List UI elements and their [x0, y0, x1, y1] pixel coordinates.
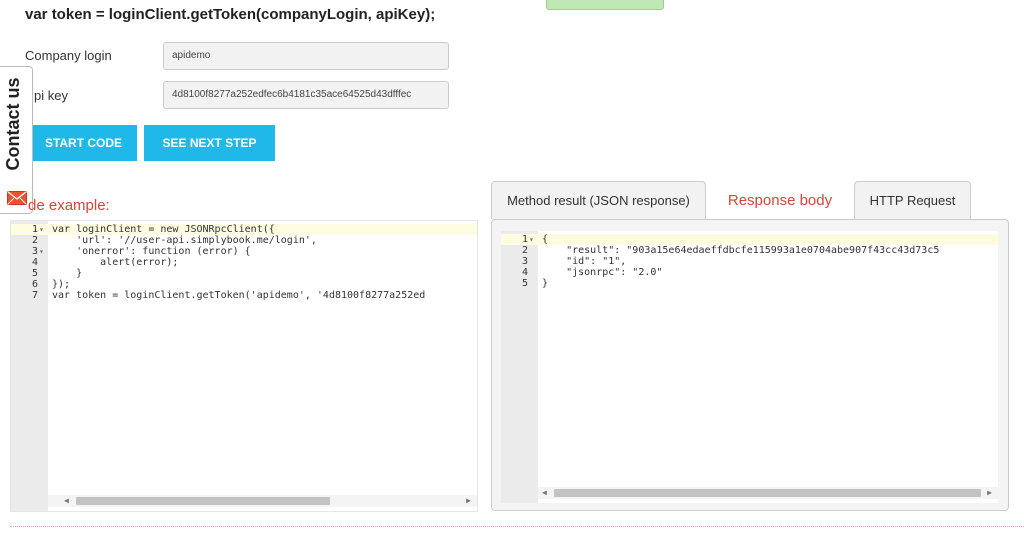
- code-text: 'url': '//user-api.simplybook.me/login',: [52, 235, 317, 246]
- code-text: "jsonrpc": "2.0": [542, 267, 663, 278]
- code-editor[interactable]: 1 ▾ var loginClient = new JSONRpcClient({2…: [10, 220, 478, 512]
- code-text: alert(error);: [52, 257, 179, 268]
- line-number: 4: [521, 267, 528, 278]
- code-text: var loginClient = new JSONRpcClient({: [52, 224, 275, 235]
- line-number: 5: [521, 278, 528, 289]
- line-number: 4: [31, 257, 38, 268]
- code-text: var token = loginClient.getToken('apidem…: [52, 290, 426, 301]
- code-line[interactable]: 4 "jsonrpc": "2.0": [501, 267, 998, 278]
- code-line[interactable]: 5}: [501, 278, 998, 289]
- code-line[interactable]: 2 "result": "903a15e64edaeffdbcfe115993a…: [501, 245, 998, 256]
- api-key-label: pi key: [34, 88, 68, 103]
- fold-toggle-icon[interactable]: ▾: [39, 246, 44, 257]
- scroll-right-arrow[interactable]: ▶: [466, 496, 471, 505]
- contact-us-tab[interactable]: Contact us: [0, 66, 33, 214]
- line-number: 3: [31, 246, 38, 257]
- scroll-left-arrow[interactable]: ◀: [542, 488, 547, 497]
- code-example-label: de example:: [28, 197, 110, 214]
- code-text: {: [542, 234, 549, 245]
- code-heading: var token = loginClient.getToken(company…: [25, 6, 436, 23]
- code-text: });: [52, 279, 71, 290]
- company-login-input[interactable]: apidemo: [163, 42, 449, 70]
- code-editor-hscroll[interactable]: ◀ ▶: [48, 495, 477, 507]
- response-editor[interactable]: 1 ▾ {2 "result": "903a15e64edaeffdbcfe1159…: [501, 231, 998, 503]
- mail-icon: [7, 191, 27, 205]
- fold-toggle-icon[interactable]: ▾: [39, 224, 44, 235]
- code-line[interactable]: 1 ▾ {: [501, 234, 998, 245]
- response-panel: 1 ▾ {2 "result": "903a15e64edaeffdbcfe1159…: [491, 219, 1009, 511]
- code-editor-scroll-thumb[interactable]: [76, 497, 330, 505]
- line-number: 2: [31, 235, 38, 246]
- code-line[interactable]: 3 ▾ 'onerror': function (error) {: [11, 246, 477, 257]
- line-number: 6: [31, 279, 38, 290]
- section-divider: [10, 526, 1024, 527]
- see-next-step-button[interactable]: SEE NEXT STEP: [144, 125, 275, 161]
- start-code-button[interactable]: START CODE: [30, 125, 137, 161]
- line-number: 5: [31, 268, 38, 279]
- fold-toggle-icon[interactable]: ▾: [529, 234, 534, 245]
- contact-us-label: Contact us: [3, 77, 23, 171]
- line-number: 3: [521, 256, 528, 267]
- api-key-input[interactable]: 4d8100f8277a252edfec6b4181c35ace64525d43…: [163, 81, 449, 109]
- tab-method-result[interactable]: Method result (JSON response): [491, 181, 706, 219]
- line-number: 1: [521, 234, 528, 245]
- run-button-partial[interactable]: [546, 0, 664, 10]
- code-line[interactable]: 4 alert(error);: [11, 257, 477, 268]
- scroll-left-arrow[interactable]: ◀: [64, 496, 69, 505]
- tab-response-body[interactable]: Response body: [709, 181, 851, 219]
- company-login-label: Company login: [25, 48, 112, 63]
- code-line[interactable]: 3 "id": "1",: [501, 256, 998, 267]
- line-number: 2: [521, 245, 528, 256]
- code-line[interactable]: 5 }: [11, 268, 477, 279]
- code-text: }: [542, 278, 549, 289]
- code-line[interactable]: 1 ▾ var loginClient = new JSONRpcClient({: [11, 224, 477, 235]
- code-text: 'onerror': function (error) {: [52, 246, 251, 257]
- line-number: 1: [31, 224, 38, 235]
- code-text: "id": "1",: [542, 256, 627, 267]
- line-number: 7: [31, 290, 38, 301]
- code-line[interactable]: 7 var token = loginClient.getToken('apide…: [11, 290, 477, 301]
- scroll-right-arrow[interactable]: ▶: [987, 488, 992, 497]
- response-editor-hscroll[interactable]: ◀ ▶: [538, 487, 998, 499]
- code-line[interactable]: 2 'url': '//user-api.simplybook.me/login…: [11, 235, 477, 246]
- tab-http-request[interactable]: HTTP Request: [854, 181, 971, 219]
- code-text: }: [52, 268, 83, 279]
- code-text: "result": "903a15e64edaeffdbcfe115993a1e…: [542, 245, 940, 256]
- response-editor-scroll-thumb[interactable]: [554, 489, 981, 497]
- code-line[interactable]: 6});: [11, 279, 477, 290]
